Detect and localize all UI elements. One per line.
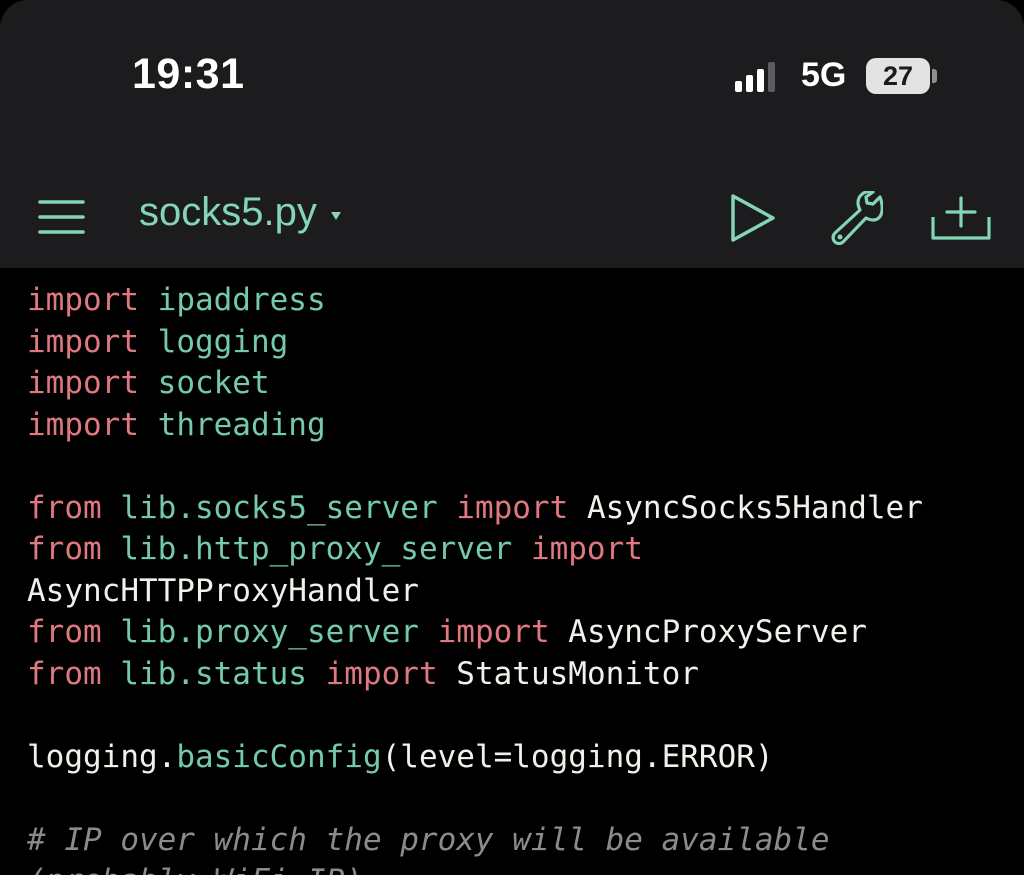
- keyword: from: [27, 614, 102, 650]
- keyword: import: [325, 655, 438, 692]
- code-line: from lib.socks5_server import AsyncSocks…: [27, 488, 1007, 530]
- code-line: AsyncHTTPProxyHandler: [27, 571, 1007, 613]
- module-name: logging: [157, 323, 289, 360]
- code-line: import threading: [27, 405, 1007, 447]
- imported-name: AsyncSocks5Handler: [586, 489, 923, 526]
- keyword: from: [27, 655, 102, 692]
- caret-down-icon: [330, 211, 341, 220]
- function-name: basicConfig: [176, 738, 382, 775]
- battery-icon: 27: [866, 58, 930, 94]
- status-time: 19:31: [132, 50, 245, 98]
- module-name: socket: [157, 365, 270, 401]
- keyword: from: [27, 489, 102, 526]
- keyword: import: [27, 282, 139, 318]
- keyword: import: [27, 323, 139, 360]
- imported-name: AsyncHTTPProxyHandler: [27, 572, 419, 609]
- battery-tip: [932, 69, 937, 83]
- code-line: import logging: [27, 322, 1007, 364]
- code-line: from lib.proxy_server import AsyncProxyS…: [27, 612, 1007, 654]
- keyword: from: [27, 531, 102, 567]
- keyword: import: [27, 406, 139, 443]
- keyword: import: [27, 365, 139, 401]
- module-name: ipaddress: [157, 282, 326, 318]
- file-name: socks5.py: [139, 190, 317, 234]
- export-icon[interactable]: [930, 195, 992, 241]
- network-type: 5G: [801, 56, 847, 94]
- module-name: lib.status: [120, 655, 307, 692]
- code-line: from lib.status import StatusMonitor: [27, 654, 1007, 696]
- code-comment: (probably WiFi IP): [27, 863, 363, 875]
- module-name: lib.socks5_server: [120, 489, 438, 526]
- play-icon[interactable]: [728, 192, 778, 244]
- module-name: threading: [157, 406, 326, 443]
- code-editor[interactable]: import ipaddress import logging import s…: [0, 268, 1024, 875]
- keyword: import: [456, 489, 569, 526]
- code-line: (probably WiFi IP): [27, 861, 1007, 875]
- app-header: 19:31 5G 27 socks5.py: [0, 0, 1024, 268]
- code-content: import ipaddress import logging import s…: [27, 280, 1007, 875]
- code-line: import ipaddress: [27, 280, 1007, 322]
- code-line: logging.basicConfig(level=logging.ERROR): [27, 737, 1007, 779]
- code-line: import socket: [27, 363, 1007, 405]
- object-ref: logging.: [27, 738, 177, 775]
- code-line: # IP over which the proxy will be availa…: [27, 820, 1007, 862]
- code-line: from lib.http_proxy_server import: [27, 529, 1007, 571]
- module-name: lib.http_proxy_server: [120, 531, 513, 567]
- battery-level: 27: [882, 61, 914, 91]
- file-name-dropdown[interactable]: socks5.py: [139, 190, 341, 235]
- imported-name: StatusMonitor: [456, 655, 699, 692]
- module-name: lib.proxy_server: [120, 614, 419, 650]
- imported-name: AsyncProxyServer: [568, 614, 867, 650]
- wrench-icon[interactable]: [829, 191, 883, 245]
- code-comment: # IP over which the proxy will be availa…: [27, 821, 830, 858]
- hamburger-menu-icon[interactable]: [38, 197, 85, 237]
- cellular-signal-icon: [735, 62, 775, 92]
- keyword: import: [530, 531, 643, 567]
- keyword: import: [437, 614, 550, 650]
- function-args: (level=logging.ERROR): [381, 738, 774, 775]
